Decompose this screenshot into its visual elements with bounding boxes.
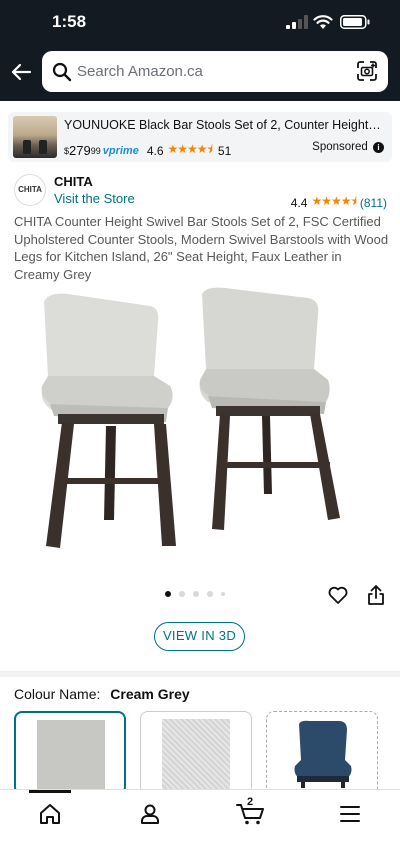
sponsored-text: Sponsored (312, 141, 368, 153)
wifi-icon (313, 15, 333, 29)
active-tab-indicator (29, 790, 71, 793)
ad-star-icon: ★★★★⯨ (167, 142, 213, 156)
battery-icon (340, 15, 370, 29)
colour-swatch-blue[interactable] (266, 711, 378, 795)
heart-icon[interactable] (328, 585, 348, 605)
stool-right (199, 287, 340, 530)
section-divider (0, 671, 400, 677)
product-title: CHITA Counter Height Swivel Bar Stools S… (14, 214, 389, 282)
cellular-signal-icon (286, 15, 308, 29)
blue-chair-thumbnail (294, 720, 352, 788)
rating-value: 4.4 (290, 195, 308, 210)
bottom-nav-bar: 2 (0, 789, 400, 865)
visit-store-link[interactable]: Visit the Store (54, 191, 135, 206)
home-icon[interactable] (38, 802, 62, 826)
ad-title: YOUNUOKE Black Bar Stools Set of 2, Coun… (64, 118, 382, 132)
ad-rating: 4.6 (146, 143, 164, 158)
colour-swatch-fabric[interactable] (140, 711, 252, 795)
ad-price-fraction: 99 (90, 145, 101, 156)
cart-count-badge: 2 (247, 796, 254, 808)
sponsored-label[interactable]: Sponsored i (312, 141, 384, 153)
top-header: 1:58 Search Amazon.ca (0, 0, 400, 101)
search-icon (52, 62, 72, 82)
ad-price-whole: 279 (69, 143, 91, 158)
carousel-dot[interactable] (179, 591, 185, 597)
ad-product-thumbnail (13, 116, 57, 158)
stool-left (41, 293, 176, 548)
carousel-dot[interactable] (193, 591, 199, 597)
colour-label: Colour Name: (14, 686, 101, 702)
status-time: 1:58 (52, 12, 87, 31)
user-icon[interactable] (138, 802, 162, 826)
colour-selector-heading: Colour Name: Cream Grey (14, 686, 190, 702)
product-rating[interactable]: 4.4 ★★★★⯨ (811) (291, 192, 387, 213)
status-bar: 1:58 (0, 12, 400, 36)
brand-logo[interactable]: CHITA (14, 174, 46, 206)
carousel-dot[interactable] (165, 591, 171, 597)
carousel-dot[interactable] (207, 591, 213, 597)
star-rating-icon: ★★★★⯨ (311, 194, 356, 208)
search-bar[interactable]: Search Amazon.ca (42, 51, 388, 92)
view-in-3d-button[interactable]: VIEW IN 3D (154, 622, 245, 651)
share-icon[interactable] (367, 584, 385, 606)
arrow-left-icon[interactable] (10, 62, 32, 82)
ad-meta-row: $ 279 99 vprime 4.6 ★★★★⯨ 51 (64, 140, 231, 161)
product-image[interactable] (30, 284, 370, 554)
sponsored-ad[interactable]: YOUNUOKE Black Bar Stools Set of 2, Coun… (8, 112, 392, 162)
menu-icon[interactable] (338, 802, 362, 826)
camera-scan-icon[interactable] (356, 60, 378, 82)
prime-badge: vprime (102, 144, 139, 157)
colour-swatch-cream-grey[interactable] (14, 711, 126, 795)
search-input[interactable]: Search Amazon.ca (77, 63, 203, 80)
ad-review-count: 51 (217, 143, 232, 158)
review-count[interactable]: (811) (360, 196, 387, 210)
info-icon[interactable]: i (373, 142, 384, 153)
carousel-dot[interactable] (221, 592, 225, 596)
colour-selected-value: Cream Grey (110, 686, 190, 702)
brand-name: CHITA (54, 174, 93, 189)
image-carousel-dots[interactable] (165, 591, 225, 597)
